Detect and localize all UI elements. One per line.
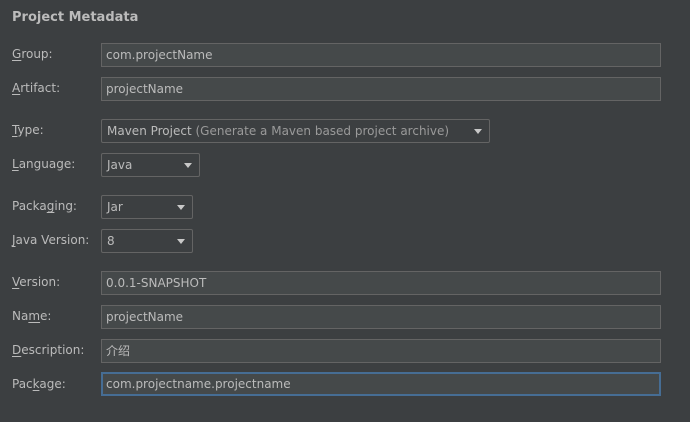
description-input[interactable]: 介绍 bbox=[101, 339, 661, 363]
group-input[interactable]: com.projectName bbox=[101, 43, 661, 67]
packaging-dropdown[interactable]: Jar bbox=[101, 195, 193, 219]
artifact-input[interactable]: projectName bbox=[101, 77, 661, 101]
type-label-rest: ype: bbox=[17, 123, 44, 137]
description-label-mnemonic: D bbox=[12, 343, 22, 357]
java-version-dropdown[interactable]: 8 bbox=[101, 229, 193, 253]
name-label: Name: bbox=[12, 304, 51, 328]
artifact-label-rest: rtifact: bbox=[20, 81, 61, 95]
group-label-rest: roup: bbox=[21, 47, 53, 61]
packaging-label: Packaging: bbox=[12, 194, 77, 218]
java-version-label: Java Version: bbox=[12, 228, 89, 252]
language-label-mnemonic: L bbox=[12, 157, 19, 171]
artifact-label-mnemonic: A bbox=[12, 81, 21, 95]
package-label: Package: bbox=[12, 372, 66, 396]
package-label-pre: Pac bbox=[12, 377, 33, 391]
chevron-down-icon bbox=[177, 239, 185, 244]
type-dropdown[interactable]: Maven Project (Generate a Maven based pr… bbox=[101, 119, 490, 143]
java-version-value: 8 bbox=[107, 234, 115, 248]
version-label-rest: ersion: bbox=[19, 275, 61, 289]
type-value: Maven Project bbox=[107, 124, 192, 138]
packaging-label-rest: ing: bbox=[54, 199, 77, 213]
group-label: Group: bbox=[12, 42, 53, 66]
description-label-rest: escription: bbox=[21, 343, 85, 357]
chevron-down-icon bbox=[184, 163, 192, 168]
version-label: Version: bbox=[12, 270, 60, 294]
group-label-mnemonic: G bbox=[12, 47, 22, 61]
language-dropdown[interactable]: Java bbox=[101, 153, 200, 177]
description-label: Description: bbox=[12, 338, 84, 362]
language-label: Language: bbox=[12, 152, 75, 176]
version-input[interactable]: 0.0.1-SNAPSHOT bbox=[101, 271, 661, 295]
packaging-label-pre: Packa bbox=[12, 199, 47, 213]
section-title: Project Metadata bbox=[12, 10, 139, 25]
type-hint: (Generate a Maven based project archive) bbox=[195, 124, 450, 138]
chevron-down-icon bbox=[177, 205, 185, 210]
name-label-mnemonic: m bbox=[28, 309, 41, 323]
packaging-value: Jar bbox=[107, 200, 123, 214]
artifact-label: Artifact: bbox=[12, 76, 60, 100]
name-label-pre: Na bbox=[12, 309, 29, 323]
language-value: Java bbox=[107, 158, 133, 172]
language-label-rest: anguage: bbox=[18, 157, 76, 171]
package-input[interactable]: com.projectname.projectname bbox=[101, 372, 661, 396]
name-input[interactable]: projectName bbox=[101, 305, 661, 329]
name-label-rest: e: bbox=[40, 309, 52, 323]
package-label-rest: age: bbox=[39, 377, 66, 391]
java-version-label-rest: ava Version: bbox=[15, 233, 90, 247]
type-label: Type: bbox=[12, 118, 44, 142]
chevron-down-icon bbox=[474, 129, 482, 134]
